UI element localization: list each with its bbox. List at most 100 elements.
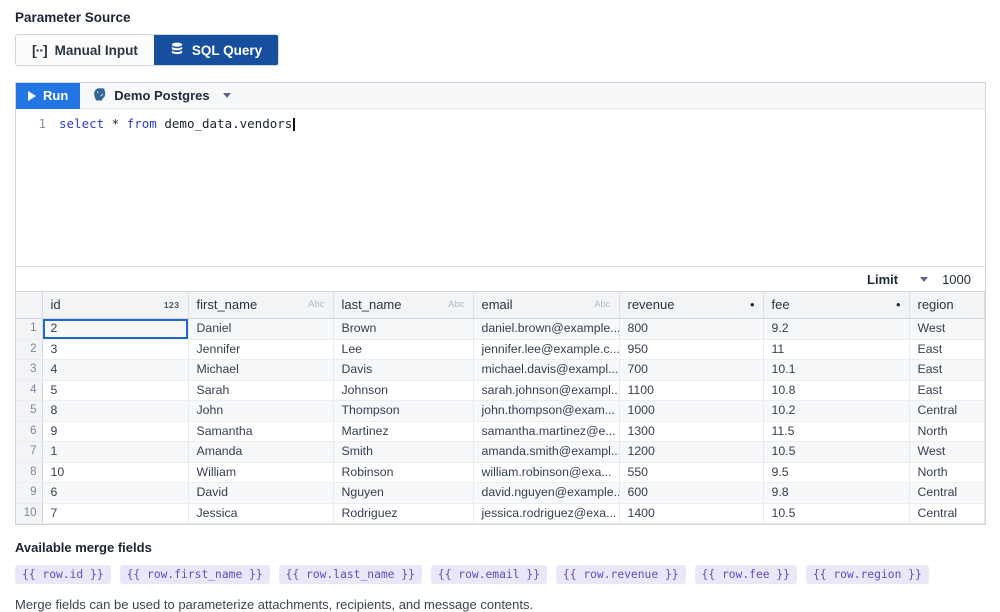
- merge-field-chip-email[interactable]: {{ row.email }}: [431, 565, 547, 584]
- table-cell[interactable]: 3: [42, 339, 188, 360]
- table-cell[interactable]: East: [909, 360, 985, 381]
- table-cell[interactable]: East: [909, 380, 985, 401]
- table-cell[interactable]: Daniel: [188, 319, 333, 340]
- table-cell[interactable]: jessica.rodriguez@exa...: [473, 503, 619, 524]
- row-number[interactable]: 10: [16, 503, 42, 524]
- table-cell[interactable]: jennifer.lee@example.c...: [473, 339, 619, 360]
- column-header-region[interactable]: region: [909, 292, 985, 319]
- table-cell[interactable]: 8: [42, 401, 188, 422]
- table-cell[interactable]: West: [909, 319, 985, 340]
- merge-field-chip-revenue[interactable]: {{ row.revenue }}: [556, 565, 686, 584]
- table-cell[interactable]: 9.2: [763, 319, 909, 340]
- table-cell-selected[interactable]: 2: [42, 319, 188, 340]
- column-header-last-name[interactable]: last_nameAbc: [333, 292, 473, 319]
- table-cell[interactable]: samantha.martinez@e...: [473, 421, 619, 442]
- table-cell[interactable]: Central: [909, 401, 985, 422]
- table-cell[interactable]: 11.5: [763, 421, 909, 442]
- row-number[interactable]: 1: [16, 319, 42, 340]
- table-cell[interactable]: Brown: [333, 319, 473, 340]
- table-cell[interactable]: 6: [42, 483, 188, 504]
- table-cell[interactable]: michael.davis@exampl...: [473, 360, 619, 381]
- limit-value[interactable]: 1000: [942, 272, 971, 287]
- table-cell[interactable]: 1: [42, 442, 188, 463]
- tab-manual-input[interactable]: [··] Manual Input: [16, 35, 154, 65]
- table-cell[interactable]: Johnson: [333, 380, 473, 401]
- table-cell[interactable]: East: [909, 339, 985, 360]
- table-cell[interactable]: 10.5: [763, 442, 909, 463]
- table-cell[interactable]: 10.8: [763, 380, 909, 401]
- table-cell[interactable]: Samantha: [188, 421, 333, 442]
- sql-code-editor[interactable]: 1select * from demo_data.vendors: [16, 109, 985, 266]
- merge-field-chip-last-name[interactable]: {{ row.last_name }}: [279, 565, 422, 584]
- table-cell[interactable]: Lee: [333, 339, 473, 360]
- table-cell[interactable]: 9: [42, 421, 188, 442]
- table-cell[interactable]: amanda.smith@exampl...: [473, 442, 619, 463]
- table-cell[interactable]: Amanda: [188, 442, 333, 463]
- table-cell[interactable]: Jessica: [188, 503, 333, 524]
- merge-field-chip-region[interactable]: {{ row.region }}: [806, 565, 929, 584]
- table-cell[interactable]: 10.2: [763, 401, 909, 422]
- tab-sql-query[interactable]: SQL Query: [154, 35, 278, 65]
- row-number[interactable]: 7: [16, 442, 42, 463]
- table-cell[interactable]: 1400: [619, 503, 763, 524]
- table-cell[interactable]: 9.5: [763, 462, 909, 483]
- table-cell[interactable]: Martinez: [333, 421, 473, 442]
- table-cell[interactable]: 10.5: [763, 503, 909, 524]
- table-cell[interactable]: 11: [763, 339, 909, 360]
- column-header-id[interactable]: id123: [42, 292, 188, 319]
- row-number[interactable]: 8: [16, 462, 42, 483]
- column-header-revenue[interactable]: revenue•: [619, 292, 763, 319]
- merge-field-chip-fee[interactable]: {{ row.fee }}: [695, 565, 797, 584]
- table-cell[interactable]: Sarah: [188, 380, 333, 401]
- row-number[interactable]: 9: [16, 483, 42, 504]
- table-cell[interactable]: 950: [619, 339, 763, 360]
- column-header-fee[interactable]: fee•: [763, 292, 909, 319]
- table-cell[interactable]: 600: [619, 483, 763, 504]
- column-header-first-name[interactable]: first_nameAbc: [188, 292, 333, 319]
- table-cell[interactable]: 4: [42, 360, 188, 381]
- chevron-down-icon[interactable]: [920, 277, 928, 282]
- table-cell[interactable]: David: [188, 483, 333, 504]
- table-cell[interactable]: 5: [42, 380, 188, 401]
- table-cell[interactable]: 9.8: [763, 483, 909, 504]
- table-cell[interactable]: Jennifer: [188, 339, 333, 360]
- table-cell[interactable]: Davis: [333, 360, 473, 381]
- table-cell[interactable]: 700: [619, 360, 763, 381]
- datasource-selector[interactable]: Demo Postgres: [80, 87, 242, 105]
- table-cell[interactable]: North: [909, 421, 985, 442]
- table-cell[interactable]: West: [909, 442, 985, 463]
- table-cell[interactable]: 1200: [619, 442, 763, 463]
- table-cell[interactable]: Nguyen: [333, 483, 473, 504]
- table-cell[interactable]: 7: [42, 503, 188, 524]
- row-number[interactable]: 5: [16, 401, 42, 422]
- table-cell[interactable]: Central: [909, 483, 985, 504]
- merge-field-chip-id[interactable]: {{ row.id }}: [15, 565, 111, 584]
- table-cell[interactable]: Thompson: [333, 401, 473, 422]
- table-cell[interactable]: Robinson: [333, 462, 473, 483]
- table-cell[interactable]: Michael: [188, 360, 333, 381]
- table-cell[interactable]: 550: [619, 462, 763, 483]
- table-cell[interactable]: Smith: [333, 442, 473, 463]
- table-cell[interactable]: Rodriguez: [333, 503, 473, 524]
- table-cell[interactable]: 1000: [619, 401, 763, 422]
- table-cell[interactable]: North: [909, 462, 985, 483]
- column-header-email[interactable]: emailAbc: [473, 292, 619, 319]
- row-number[interactable]: 3: [16, 360, 42, 381]
- row-number[interactable]: 6: [16, 421, 42, 442]
- table-cell[interactable]: david.nguyen@example...: [473, 483, 619, 504]
- table-cell[interactable]: Central: [909, 503, 985, 524]
- table-cell[interactable]: John: [188, 401, 333, 422]
- table-cell[interactable]: William: [188, 462, 333, 483]
- run-button[interactable]: Run: [16, 83, 80, 109]
- table-cell[interactable]: 800: [619, 319, 763, 340]
- table-cell[interactable]: 1100: [619, 380, 763, 401]
- table-cell[interactable]: 1300: [619, 421, 763, 442]
- table-cell[interactable]: john.thompson@exam...: [473, 401, 619, 422]
- table-cell[interactable]: 10.1: [763, 360, 909, 381]
- table-cell[interactable]: daniel.brown@example...: [473, 319, 619, 340]
- table-cell[interactable]: 10: [42, 462, 188, 483]
- row-number[interactable]: 2: [16, 339, 42, 360]
- table-cell[interactable]: sarah.johnson@exampl...: [473, 380, 619, 401]
- row-number[interactable]: 4: [16, 380, 42, 401]
- merge-field-chip-first-name[interactable]: {{ row.first_name }}: [120, 565, 270, 584]
